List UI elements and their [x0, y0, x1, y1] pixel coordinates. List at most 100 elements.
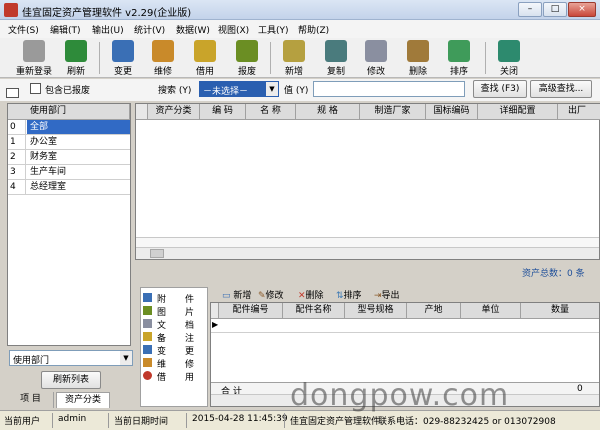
sort-button[interactable]: 排序: [438, 39, 480, 77]
chevron-down-icon[interactable]: ▼: [266, 82, 278, 96]
chevron-down-icon[interactable]: ▼: [120, 351, 132, 365]
department-row[interactable]: 1 办公室: [8, 135, 130, 150]
department-row[interactable]: 2 财务室: [8, 150, 130, 165]
datetime-label: 当前日期时间: [114, 417, 169, 427]
filter-select[interactable]: 使用部门 ▼: [9, 350, 133, 366]
tab-items[interactable]: 项 目: [8, 392, 54, 408]
horizontal-scrollbar[interactable]: [136, 247, 599, 259]
sort-icon: [448, 40, 470, 62]
refresh-button[interactable]: 刷新: [55, 39, 97, 77]
toolbar-separator: [270, 42, 271, 74]
company-name: 佳宜固定资产管理软件: [290, 417, 381, 427]
column-header[interactable]: 名 称: [246, 104, 296, 120]
divider: [284, 413, 285, 428]
value-label: 值 (Y): [284, 86, 309, 96]
department-list: 使用部门 0 全部 1 办公室 2 财务室 3 生产车间 4 总经理室: [7, 103, 131, 346]
close-door-icon: [498, 40, 520, 62]
menu-view[interactable]: 视图(X): [218, 23, 249, 36]
detail-nav-borrow[interactable]: 借用: [143, 369, 205, 383]
edit-button[interactable]: 修改: [355, 39, 397, 77]
column-header[interactable]: 产地: [407, 303, 461, 319]
detail-nav-change[interactable]: 变更: [143, 343, 205, 357]
borrow-icon: [194, 40, 216, 62]
search-field-label: 搜索 (Y): [158, 86, 192, 96]
copy-icon: [325, 40, 347, 62]
column-header[interactable]: 单位: [461, 303, 521, 319]
department-row[interactable]: 4 总经理室: [8, 180, 130, 195]
department-row[interactable]: 3 生产车间: [8, 165, 130, 180]
picture-icon: [143, 306, 152, 315]
column-header[interactable]: 详细配置: [478, 104, 558, 120]
row-header-corner: [211, 303, 219, 319]
search-field-select[interactable]: －未选择－ ▼: [199, 81, 279, 97]
note-icon: [143, 332, 152, 341]
column-header[interactable]: 型号规格: [345, 303, 407, 319]
delete-icon: [407, 40, 429, 62]
minimize-button[interactable]: –: [518, 2, 542, 17]
parts-export-button[interactable]: ⇥导出: [374, 288, 400, 301]
parts-edit-button[interactable]: ✎修改: [258, 288, 284, 301]
parts-add-button[interactable]: ▭ 新增: [222, 288, 251, 301]
column-header[interactable]: 国标编码: [426, 104, 478, 120]
include-scrapped-checkbox[interactable]: [30, 83, 41, 94]
grid-layout-icon[interactable]: [6, 88, 19, 98]
edit-icon: ✎: [258, 291, 266, 301]
repair-button[interactable]: 维修: [142, 39, 184, 77]
grid-footer-row: [136, 237, 599, 247]
toolbar-separator: [485, 42, 486, 74]
divider: [108, 413, 109, 428]
delete-icon: ✕: [298, 291, 306, 301]
add-icon: ▭: [222, 291, 231, 301]
status-bar: 当前用户 admin 当前日期时间 2015-04-28 11:45:39 佳宜…: [0, 410, 600, 430]
divider: [186, 413, 187, 428]
parts-sort-button[interactable]: ⇅排序: [336, 288, 362, 301]
menu-tools[interactable]: 工具(Y): [258, 23, 289, 36]
menu-statistics[interactable]: 统计(V): [134, 23, 165, 36]
department-row[interactable]: 0 全部: [8, 120, 130, 135]
change-button[interactable]: 变更: [102, 39, 144, 77]
relogin-icon: [23, 40, 45, 62]
refresh-list-button[interactable]: 刷新列表: [41, 371, 101, 389]
column-header[interactable]: 编 码: [200, 104, 246, 120]
column-header[interactable]: 资产分类: [148, 104, 200, 120]
column-header[interactable]: 制造厂家: [360, 104, 426, 120]
detail-nav-attachment[interactable]: 附件: [143, 291, 205, 305]
search-field-value: －未选择－: [203, 87, 249, 97]
parts-toolbar: ▭ 新增 ✎修改 ✕删除 ⇅排序 ⇥导出: [212, 286, 600, 302]
current-row-indicator: ▶: [212, 320, 219, 329]
find-button[interactable]: 查找 (F3): [473, 80, 527, 98]
relogin-button[interactable]: 重新登录: [12, 39, 56, 77]
change-icon: [143, 345, 152, 354]
detail-nav-repair[interactable]: 维修: [143, 356, 205, 370]
menu-edit[interactable]: 编辑(T): [50, 23, 81, 36]
close-button[interactable]: 关闭: [488, 39, 530, 77]
menu-data[interactable]: 数据(W): [176, 23, 210, 36]
scrap-button[interactable]: 报废: [226, 39, 268, 77]
scrollbar-thumb[interactable]: [150, 249, 164, 258]
copy-button[interactable]: 复制: [315, 39, 357, 77]
toolbar-separator: [99, 42, 100, 74]
column-header[interactable]: 数量: [521, 303, 599, 319]
column-header[interactable]: 出厂: [558, 104, 600, 120]
menu-output[interactable]: 输出(U): [92, 23, 124, 36]
table-row[interactable]: ▶: [211, 319, 599, 333]
maximize-button[interactable]: □: [543, 2, 567, 17]
detail-nav-picture[interactable]: 图片: [143, 304, 205, 318]
tab-asset-category[interactable]: 资产分类: [56, 392, 110, 408]
menu-file[interactable]: 文件(S): [8, 23, 39, 36]
advanced-search-button[interactable]: 高级查找...: [530, 80, 592, 98]
column-header[interactable]: 配件名称: [283, 303, 345, 319]
export-icon: ⇥: [374, 291, 382, 301]
column-header[interactable]: 配件编号: [219, 303, 283, 319]
detail-nav-document[interactable]: 文档: [143, 317, 205, 331]
close-window-button[interactable]: ×: [568, 2, 596, 17]
add-button[interactable]: 新增: [273, 39, 315, 77]
column-header[interactable]: 规 格: [296, 104, 360, 120]
menu-help[interactable]: 帮助(Z): [298, 23, 329, 36]
borrow-button[interactable]: 借用: [184, 39, 226, 77]
delete-button[interactable]: 删除: [397, 39, 439, 77]
datetime-value: 2015-04-28 11:45:39: [192, 414, 288, 424]
value-input[interactable]: [313, 81, 465, 97]
parts-delete-button[interactable]: ✕删除: [298, 288, 324, 301]
detail-nav-note[interactable]: 备注: [143, 330, 205, 344]
